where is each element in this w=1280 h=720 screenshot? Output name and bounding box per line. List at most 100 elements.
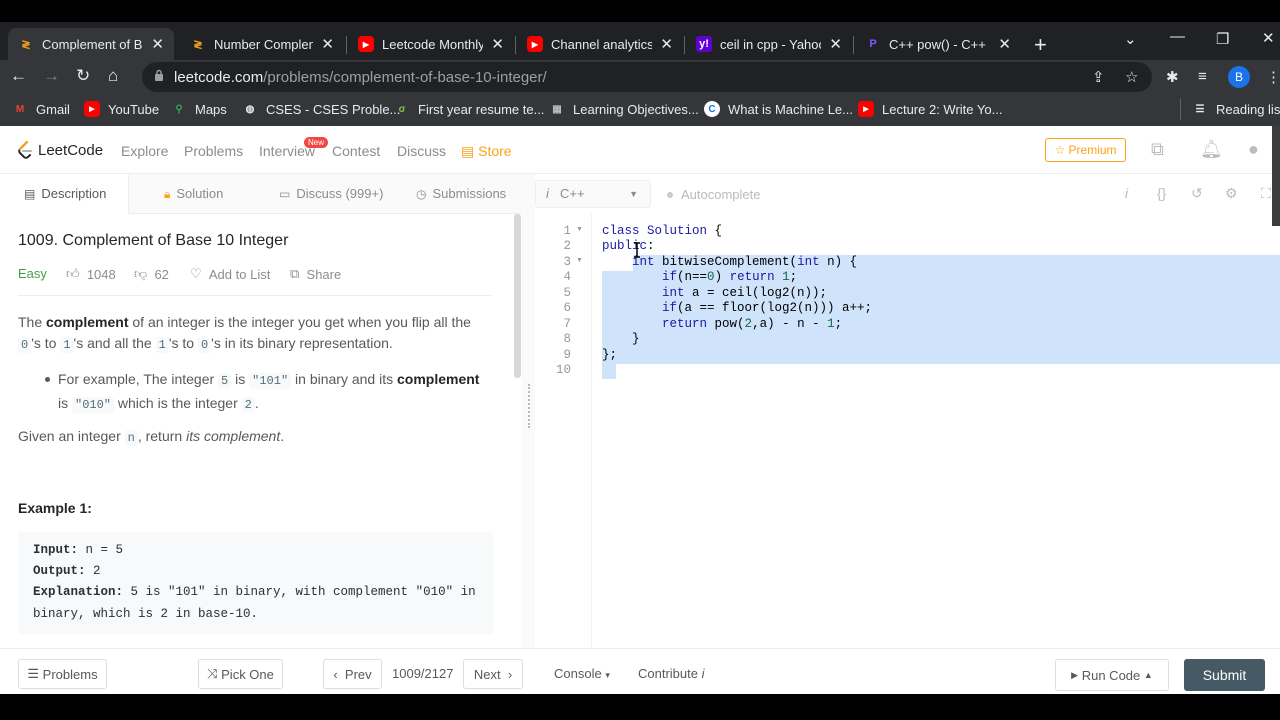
user-avatar-icon[interactable]: ● [1248,139,1259,160]
reading-list[interactable]: ☰ Reading list [1192,101,1280,117]
close-tab-icon[interactable]: ✕ [151,35,164,53]
example-bullet: For example, The integer 5 is "101" in b… [58,368,498,416]
settings-icon[interactable]: ⚙ [1225,185,1238,202]
window-scrollbar[interactable] [1272,126,1280,226]
language-select[interactable]: i C++ ▼ [535,180,651,208]
fold-icon[interactable]: ▼ [576,226,583,233]
problems-button[interactable]: ☰ Problems [18,659,107,689]
nav-explore[interactable]: Explore [121,143,168,159]
close-tab-icon[interactable]: ✕ [491,35,504,53]
share-button[interactable]: ⧉ Share [290,266,341,282]
reading-list-icon: ☰ [1195,103,1205,115]
profile-avatar[interactable]: B [1228,66,1250,88]
reset-icon[interactable]: ↺ [1191,185,1203,202]
bookmark-youtube[interactable]: ▶ YouTube [84,101,159,117]
leetcode-logo[interactable]: LeetCode [16,140,103,160]
premium-button[interactable]: ☆ Premium [1045,138,1126,162]
text-italic: its complement [186,428,281,444]
new-tab-icon[interactable]: + [1034,32,1047,58]
prev-button[interactable]: ‹ Prev [323,659,382,689]
bookmark-label: Maps [195,101,227,117]
nav-store[interactable]: ▤ Store [461,143,512,160]
bookmark-star-icon[interactable]: ☆ [1125,68,1138,86]
line-number: 2 [563,239,571,253]
gmail-icon: M [15,103,25,115]
drag-handle[interactable] [528,384,530,428]
browser-tab[interactable]: ≷ Complement of Bas ✕ [8,28,174,60]
tab-discuss[interactable]: ▭ Discuss (999+) [279,174,383,214]
pane-splitter[interactable] [522,174,535,648]
browser-tab[interactable]: ≷ Number Compleme ✕ [180,28,344,60]
bookmark-lecture[interactable]: ▶ Lecture 2: Write Yo... [858,101,1002,117]
tab-description[interactable]: ▤ Description [0,174,129,214]
close-tab-icon[interactable]: ✕ [660,35,673,53]
info-icon[interactable]: i [1125,185,1128,201]
address-bar[interactable]: leetcode.com/problems/complement-of-base… [142,62,1152,92]
bullet [45,377,50,382]
bookmark-gmail[interactable]: M Gmail [12,101,70,117]
back-icon[interactable]: ← [10,66,27,86]
browser-tab[interactable]: y! ceil in cpp - Yahoo ✕ [686,28,852,60]
line-number: 9 [563,348,571,362]
playground-icon[interactable]: ⧉ [1151,139,1164,160]
bookmark-learning[interactable]: ▦ Learning Objectives... [549,101,698,117]
close-tab-icon[interactable]: ✕ [321,35,334,53]
pick-one-label: Pick One [221,666,274,682]
premium-label: Premium [1068,143,1117,157]
minimize-icon[interactable]: — [1170,28,1185,45]
star-icon: ☆ [1054,143,1066,157]
browser-tab[interactable]: ▶ Leetcode Monthly ( ✕ [348,28,514,60]
pick-one-button[interactable]: ⤨ Pick One [198,659,283,689]
close-window-icon[interactable]: ✕ [1262,29,1275,47]
bookmark-ml[interactable]: C What is Machine Le... [704,101,853,117]
text: The [18,314,47,330]
thumbs-up-icon: 👍︎ [66,266,80,281]
info-icon: i [701,666,705,681]
braces-icon[interactable]: {} [1157,185,1166,201]
tab-title: Complement of Bas [42,36,143,52]
restore-icon[interactable]: ❐ [1216,30,1229,48]
tab-solution[interactable]: 🔒︎ Solution [164,174,223,214]
line-number: 3 [563,255,571,269]
close-tab-icon[interactable]: ✕ [998,35,1011,53]
bookmark-maps[interactable]: ⚲ Maps [171,101,227,117]
fold-icon[interactable]: ▼ [576,257,583,264]
extensions-icon[interactable]: ✱ [1166,68,1179,86]
tab-submissions[interactable]: ◷ Submissions [416,174,506,214]
fullscreen-icon[interactable]: ⛶ [1261,185,1271,202]
browser-tab[interactable]: ▶ Channel analytics - ✕ [517,28,683,60]
nav-contest[interactable]: Contest [332,143,380,159]
scrollbar-thumb[interactable] [514,214,521,378]
reload-icon[interactable]: ↻ [76,66,90,86]
console-toggle[interactable]: Console ▾ [554,666,610,681]
run-code-button[interactable]: ▶ Run Code ▲ [1055,659,1169,691]
share-page-icon[interactable]: ⇪ [1092,68,1105,86]
media-control-icon[interactable]: ≡ [1198,68,1207,85]
home-icon[interactable]: ⌂ [108,66,118,86]
bookmark-cses[interactable]: ◍ CSES - CSES Proble... [242,101,401,117]
nav-problems[interactable]: Problems [184,143,243,159]
leetcode-logo-icon [18,141,32,159]
tab-search-icon[interactable]: ⌄ [1124,30,1137,48]
autocomplete-toggle[interactable]: Autocomplete [667,187,761,202]
youtube-icon: ▶ [358,36,374,52]
dislike-button[interactable]: 👎︎ 62 [134,266,169,282]
browser-tab[interactable]: P C++ pow() - C++ S ✕ [855,28,1021,60]
code-line: if(a == floor(log2(n))) a++; [662,301,873,315]
menu-icon[interactable]: ⋮ [1266,68,1280,86]
notification-bell-icon[interactable]: 🔔︎ [1200,139,1223,160]
forward-icon[interactable]: → [43,66,60,86]
submit-button[interactable]: Submit [1184,659,1265,691]
next-button[interactable]: Next › [463,659,523,689]
leetcode-navbar: LeetCode Explore Problems Interview New … [0,126,1280,174]
contribute-button[interactable]: Contribute i [638,666,705,681]
add-to-list-button[interactable]: ♡ Add to List [190,266,270,282]
code-editor[interactable]: 1 ▼ 2 3 ▼ 4 5 6 7 8 9 10 class Solution … [535,214,1280,648]
like-button[interactable]: 👍︎ 1048 [66,266,116,282]
clock-icon: ◷ [416,187,427,201]
close-tab-icon[interactable]: ✕ [829,35,842,53]
heart-icon: ♡ [190,266,202,281]
nav-discuss[interactable]: Discuss [397,143,446,159]
line-number: 10 [555,363,571,377]
bookmark-resume[interactable]: σ First year resume te... [394,101,545,117]
